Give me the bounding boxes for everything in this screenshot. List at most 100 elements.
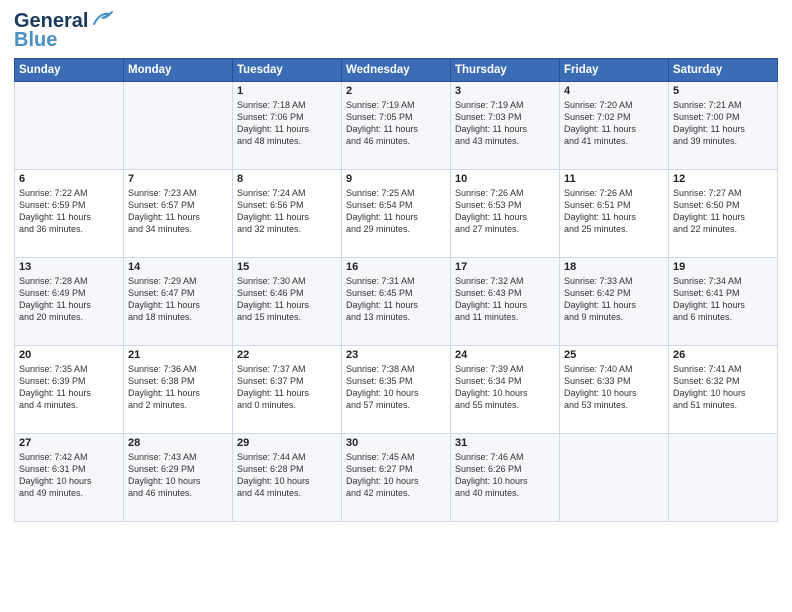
calendar-cell: 24 Sunrise: 7:39 AM Sunset: 6:34 PM Dayli… <box>451 346 560 434</box>
day-info: Sunrise: 7:34 AM Sunset: 6:41 PM Dayligh… <box>673 275 773 324</box>
day-number: 1 <box>237 85 337 97</box>
calendar-day-header: Thursday <box>451 59 560 82</box>
calendar-table: SundayMondayTuesdayWednesdayThursdayFrid… <box>14 58 778 522</box>
calendar-cell <box>669 434 778 522</box>
day-info: Sunrise: 7:37 AM Sunset: 6:37 PM Dayligh… <box>237 363 337 412</box>
calendar-cell: 25 Sunrise: 7:40 AM Sunset: 6:33 PM Dayli… <box>560 346 669 434</box>
calendar-day-header: Sunday <box>15 59 124 82</box>
day-info: Sunrise: 7:45 AM Sunset: 6:27 PM Dayligh… <box>346 451 446 500</box>
calendar-cell: 3 Sunrise: 7:19 AM Sunset: 7:03 PM Daylig… <box>451 82 560 170</box>
day-info: Sunrise: 7:39 AM Sunset: 6:34 PM Dayligh… <box>455 363 555 412</box>
day-number: 2 <box>346 85 446 97</box>
day-number: 19 <box>673 261 773 273</box>
logo-bird-icon <box>92 10 114 28</box>
calendar-cell <box>15 82 124 170</box>
calendar-day-header: Tuesday <box>233 59 342 82</box>
calendar-cell: 27 Sunrise: 7:42 AM Sunset: 6:31 PM Dayli… <box>15 434 124 522</box>
header: General Blue <box>14 10 778 52</box>
day-info: Sunrise: 7:46 AM Sunset: 6:26 PM Dayligh… <box>455 451 555 500</box>
day-info: Sunrise: 7:42 AM Sunset: 6:31 PM Dayligh… <box>19 451 119 500</box>
day-number: 30 <box>346 437 446 449</box>
calendar-cell: 9 Sunrise: 7:25 AM Sunset: 6:54 PM Daylig… <box>342 170 451 258</box>
day-info: Sunrise: 7:40 AM Sunset: 6:33 PM Dayligh… <box>564 363 664 412</box>
day-info: Sunrise: 7:35 AM Sunset: 6:39 PM Dayligh… <box>19 363 119 412</box>
calendar-cell: 8Sunrise: 7:24 AM Sunset: 6:56 PM Daylig… <box>233 170 342 258</box>
calendar-week-row: 1 Sunrise: 7:18 AM Sunset: 7:06 PM Daylig… <box>15 82 778 170</box>
day-info: Sunrise: 7:30 AM Sunset: 6:46 PM Dayligh… <box>237 275 337 324</box>
day-number: 29 <box>237 437 337 449</box>
day-info: Sunrise: 7:24 AM Sunset: 6:56 PM Dayligh… <box>237 187 337 236</box>
day-number: 9 <box>346 173 446 185</box>
logo: General Blue <box>14 10 114 52</box>
calendar-week-row: 20 Sunrise: 7:35 AM Sunset: 6:39 PM Dayli… <box>15 346 778 434</box>
day-info: Sunrise: 7:25 AM Sunset: 6:54 PM Dayligh… <box>346 187 446 236</box>
calendar-day-header: Friday <box>560 59 669 82</box>
day-info: Sunrise: 7:26 AM Sunset: 6:51 PM Dayligh… <box>564 187 664 236</box>
day-info: Sunrise: 7:18 AM Sunset: 7:06 PM Dayligh… <box>237 99 337 148</box>
day-number: 11 <box>564 173 664 185</box>
calendar-cell: 2 Sunrise: 7:19 AM Sunset: 7:05 PM Daylig… <box>342 82 451 170</box>
calendar-cell: 7 Sunrise: 7:23 AM Sunset: 6:57 PM Daylig… <box>124 170 233 258</box>
day-number: 21 <box>128 349 228 361</box>
main-container: General Blue SundayMondayTuesdayWednesda… <box>0 0 792 530</box>
day-info: Sunrise: 7:21 AM Sunset: 7:00 PM Dayligh… <box>673 99 773 148</box>
calendar-cell: 14 Sunrise: 7:29 AM Sunset: 6:47 PM Dayli… <box>124 258 233 346</box>
calendar-header-row: SundayMondayTuesdayWednesdayThursdayFrid… <box>15 59 778 82</box>
calendar-cell: 19 Sunrise: 7:34 AM Sunset: 6:41 PM Dayli… <box>669 258 778 346</box>
calendar-cell: 17Sunrise: 7:32 AM Sunset: 6:43 PM Dayli… <box>451 258 560 346</box>
day-number: 27 <box>19 437 119 449</box>
day-info: Sunrise: 7:26 AM Sunset: 6:53 PM Dayligh… <box>455 187 555 236</box>
day-number: 12 <box>673 173 773 185</box>
calendar-cell: 29 Sunrise: 7:44 AM Sunset: 6:28 PM Dayli… <box>233 434 342 522</box>
calendar-cell: 22 Sunrise: 7:37 AM Sunset: 6:37 PM Dayli… <box>233 346 342 434</box>
day-info: Sunrise: 7:36 AM Sunset: 6:38 PM Dayligh… <box>128 363 228 412</box>
day-number: 6 <box>19 173 119 185</box>
day-number: 23 <box>346 349 446 361</box>
day-info: Sunrise: 7:19 AM Sunset: 7:05 PM Dayligh… <box>346 99 446 148</box>
calendar-cell: 26Sunrise: 7:41 AM Sunset: 6:32 PM Dayli… <box>669 346 778 434</box>
day-number: 15 <box>237 261 337 273</box>
calendar-cell: 4Sunrise: 7:20 AM Sunset: 7:02 PM Daylig… <box>560 82 669 170</box>
day-number: 18 <box>564 261 664 273</box>
day-number: 4 <box>564 85 664 97</box>
day-number: 7 <box>128 173 228 185</box>
calendar-day-header: Wednesday <box>342 59 451 82</box>
day-info: Sunrise: 7:27 AM Sunset: 6:50 PM Dayligh… <box>673 187 773 236</box>
calendar-cell: 11 Sunrise: 7:26 AM Sunset: 6:51 PM Dayli… <box>560 170 669 258</box>
calendar-cell: 30 Sunrise: 7:45 AM Sunset: 6:27 PM Dayli… <box>342 434 451 522</box>
day-number: 25 <box>564 349 664 361</box>
day-info: Sunrise: 7:33 AM Sunset: 6:42 PM Dayligh… <box>564 275 664 324</box>
day-number: 10 <box>455 173 555 185</box>
logo-blue: Blue <box>14 29 57 52</box>
calendar-cell: 18 Sunrise: 7:33 AM Sunset: 6:42 PM Dayli… <box>560 258 669 346</box>
day-info: Sunrise: 7:23 AM Sunset: 6:57 PM Dayligh… <box>128 187 228 236</box>
day-info: Sunrise: 7:28 AM Sunset: 6:49 PM Dayligh… <box>19 275 119 324</box>
day-number: 20 <box>19 349 119 361</box>
day-number: 14 <box>128 261 228 273</box>
day-info: Sunrise: 7:19 AM Sunset: 7:03 PM Dayligh… <box>455 99 555 148</box>
calendar-cell: 10 Sunrise: 7:26 AM Sunset: 6:53 PM Dayli… <box>451 170 560 258</box>
day-number: 26 <box>673 349 773 361</box>
calendar-cell: 31 Sunrise: 7:46 AM Sunset: 6:26 PM Dayli… <box>451 434 560 522</box>
day-info: Sunrise: 7:22 AM Sunset: 6:59 PM Dayligh… <box>19 187 119 236</box>
calendar-cell: 21 Sunrise: 7:36 AM Sunset: 6:38 PM Dayli… <box>124 346 233 434</box>
calendar-cell: 20 Sunrise: 7:35 AM Sunset: 6:39 PM Dayli… <box>15 346 124 434</box>
day-number: 22 <box>237 349 337 361</box>
day-info: Sunrise: 7:32 AM Sunset: 6:43 PM Dayligh… <box>455 275 555 324</box>
day-info: Sunrise: 7:44 AM Sunset: 6:28 PM Dayligh… <box>237 451 337 500</box>
day-number: 28 <box>128 437 228 449</box>
day-number: 24 <box>455 349 555 361</box>
day-info: Sunrise: 7:29 AM Sunset: 6:47 PM Dayligh… <box>128 275 228 324</box>
calendar-cell: 23Sunrise: 7:38 AM Sunset: 6:35 PM Dayli… <box>342 346 451 434</box>
calendar-week-row: 6 Sunrise: 7:22 AM Sunset: 6:59 PM Daylig… <box>15 170 778 258</box>
calendar-cell <box>560 434 669 522</box>
calendar-week-row: 13 Sunrise: 7:28 AM Sunset: 6:49 PM Dayli… <box>15 258 778 346</box>
calendar-cell: 1 Sunrise: 7:18 AM Sunset: 7:06 PM Daylig… <box>233 82 342 170</box>
calendar-cell: 28Sunrise: 7:43 AM Sunset: 6:29 PM Dayli… <box>124 434 233 522</box>
day-number: 31 <box>455 437 555 449</box>
day-number: 3 <box>455 85 555 97</box>
calendar-cell <box>124 82 233 170</box>
day-number: 13 <box>19 261 119 273</box>
day-number: 5 <box>673 85 773 97</box>
calendar-cell: 13 Sunrise: 7:28 AM Sunset: 6:49 PM Dayli… <box>15 258 124 346</box>
